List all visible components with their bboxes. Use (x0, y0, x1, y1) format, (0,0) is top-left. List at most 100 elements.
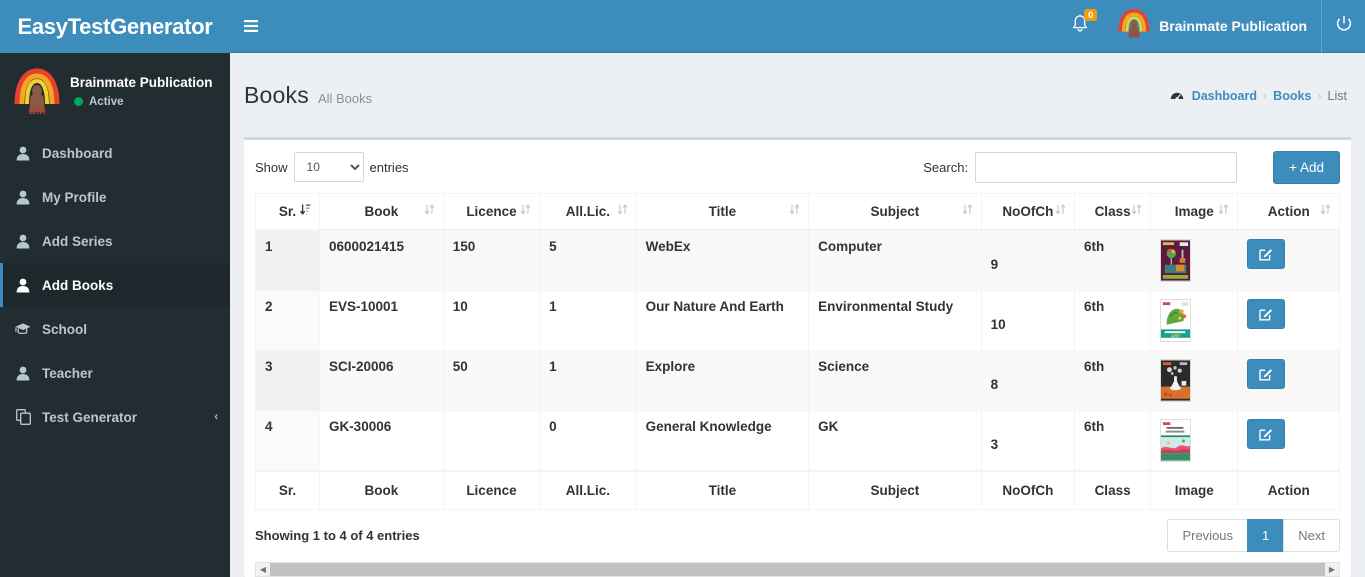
sidebar-item-add-series[interactable]: Add Series (0, 219, 230, 263)
cell-subject: Environmental Study (808, 289, 982, 351)
pagination-next[interactable]: Next (1283, 518, 1340, 552)
column-header-label: Licence (466, 203, 517, 219)
cell-image (1150, 229, 1239, 291)
cell-book: SCI-20006 (318, 349, 444, 411)
horizontal-scrollbar[interactable]: ◀ ▶ (255, 561, 1340, 577)
svg-text:ART: ART (1171, 333, 1181, 338)
breadcrumb-books[interactable]: Books (1273, 89, 1311, 103)
pagination-page-1[interactable]: 1 (1247, 518, 1285, 552)
column-header-book[interactable]: Book (318, 192, 444, 231)
table-row[interactable]: 1 0600021415 150 5 WebEx Computer 9 6th (255, 229, 1340, 291)
scroll-right-arrow-icon[interactable]: ▶ (1325, 563, 1339, 576)
sidebar-item-test-generator[interactable]: Test Generator ‹ (0, 395, 230, 439)
books-table: Sr. Book Licence All.Lic. Title Subject … (255, 192, 1340, 510)
cell-licence (442, 409, 541, 472)
hamburger-icon[interactable] (230, 0, 272, 53)
cell-subject: Computer (808, 229, 982, 291)
datatable-footer: Showing 1 to 4 of 4 entries Previous 1 N… (255, 510, 1340, 558)
table-row[interactable]: 3 SCI-20006 50 1 Explore Science 8 6th (255, 349, 1340, 411)
edit-button[interactable] (1247, 298, 1286, 329)
column-header-licence[interactable]: Licence (442, 192, 541, 231)
column-header-label: Action (1267, 203, 1310, 219)
column-header-action[interactable]: Action (1237, 192, 1340, 231)
sidebar-user-status: Active (70, 96, 213, 108)
cell-book: 0600021415 (318, 229, 444, 291)
cell-sr: 4 (255, 409, 320, 472)
scrollbar-track[interactable] (270, 562, 1325, 576)
app-logo[interactable]: EasyTestGenerator (0, 0, 230, 53)
edit-button[interactable] (1247, 238, 1286, 269)
topbar-brand-name: Brainmate Publication (1159, 18, 1307, 34)
column-header-label: NoOfCh (1002, 203, 1054, 219)
add-button[interactable]: + Add (1273, 150, 1340, 184)
sidebar-item-school[interactable]: School (0, 307, 230, 351)
footer-sr: Sr. (255, 469, 320, 510)
edit-button[interactable] (1247, 358, 1286, 389)
cell-book: GK-30006 (318, 409, 444, 472)
books-table-body: 1 0600021415 150 5 WebEx Computer 9 6th (255, 229, 1340, 472)
breadcrumb-dashboard[interactable]: Dashboard (1192, 89, 1257, 103)
copy-icon (15, 409, 31, 425)
column-header-label: Class (1094, 203, 1131, 219)
cell-book: EVS-10001 (318, 289, 444, 351)
cell-title: Our Nature And Earth (635, 289, 810, 351)
sidebar-item-my-profile[interactable]: My Profile (0, 175, 230, 219)
sort-icon (789, 204, 800, 219)
page-subtitle: All Books (317, 91, 373, 107)
sort-icon (1131, 204, 1142, 219)
column-header-sr[interactable]: Sr. (255, 192, 320, 231)
books-panel: Show 10 25 50 100 entries Search: + Ad (244, 136, 1351, 577)
cell-action (1237, 409, 1340, 472)
cell-class: 6th (1074, 229, 1152, 291)
sidebar-item-teacher[interactable]: Teacher (0, 351, 230, 395)
breadcrumb: Dashboard › Books › List (1170, 89, 1347, 103)
brainmate-logo-icon: BM (1117, 8, 1151, 45)
entries-label: entries (369, 159, 409, 175)
dashboard-icon (1170, 90, 1184, 102)
notifications-button[interactable]: 0 (1061, 0, 1103, 53)
column-header-label: Image (1174, 203, 1214, 219)
scroll-left-arrow-icon[interactable]: ◀ (256, 563, 270, 576)
edit-button[interactable] (1247, 418, 1286, 449)
cell-title: WebEx (635, 229, 810, 291)
breadcrumb-list: List (1327, 88, 1347, 103)
column-header-noofch[interactable]: NoOfCh (980, 192, 1076, 231)
column-header-title[interactable]: Title (635, 192, 810, 231)
logout-button[interactable] (1321, 0, 1365, 53)
user-menu-button[interactable]: BM Brainmate Publication (1103, 0, 1321, 53)
books-table-foot: Sr. Book Licence All.Lic. Title Subject … (255, 469, 1340, 510)
sidebar-item-add-books[interactable]: Add Books (0, 263, 230, 307)
footer-action: Action (1237, 469, 1340, 510)
column-header-class[interactable]: Class (1074, 192, 1152, 231)
footer-licence: Licence (442, 469, 541, 510)
topbar-right: 0 BM Brainmate Publication (1061, 0, 1365, 53)
app-root: EasyTestGenerator BM Brainmate Publicati… (0, 0, 1365, 577)
footer-title: Title (635, 469, 810, 510)
column-header-label: Book (364, 203, 399, 219)
scrollbar-thumb[interactable] (270, 562, 1325, 576)
user-icon (15, 365, 31, 381)
cell-licence: 10 (442, 289, 541, 351)
column-header-subject[interactable]: Subject (808, 192, 982, 231)
search-input[interactable] (975, 151, 1238, 183)
sidebar-item-label: Test Generator (42, 409, 138, 425)
cell-title: Explore (635, 349, 810, 411)
cell-image (1150, 409, 1239, 472)
sidebar-user-panel[interactable]: BM Brainmate Publication Active (0, 53, 230, 131)
page-length-select[interactable]: 10 25 50 100 (293, 152, 364, 183)
sidebar-item-dashboard[interactable]: Dashboard (0, 131, 230, 175)
cell-class: 6th (1074, 289, 1152, 351)
sidebar-nav: Dashboard My Profile Add Series Add Book… (0, 131, 230, 439)
breadcrumb-separator: › (1317, 88, 1322, 103)
pagination: Previous 1 Next (1167, 518, 1340, 552)
sort-icon (1055, 204, 1066, 219)
pagination-previous[interactable]: Previous (1167, 518, 1249, 552)
table-row[interactable]: 2 EVS-10001 10 1 Our Nature And Earth En… (255, 289, 1340, 351)
sort-icon (1320, 204, 1331, 219)
column-header-all-lic[interactable]: All.Lic. (539, 192, 637, 231)
power-icon (1335, 15, 1353, 38)
cell-noofch: 10 (980, 289, 1076, 351)
table-row[interactable]: 4 GK-30006 0 General Knowledge GK 3 6th (255, 409, 1340, 472)
user-icon (15, 145, 31, 161)
column-header-image[interactable]: Image (1150, 192, 1239, 231)
